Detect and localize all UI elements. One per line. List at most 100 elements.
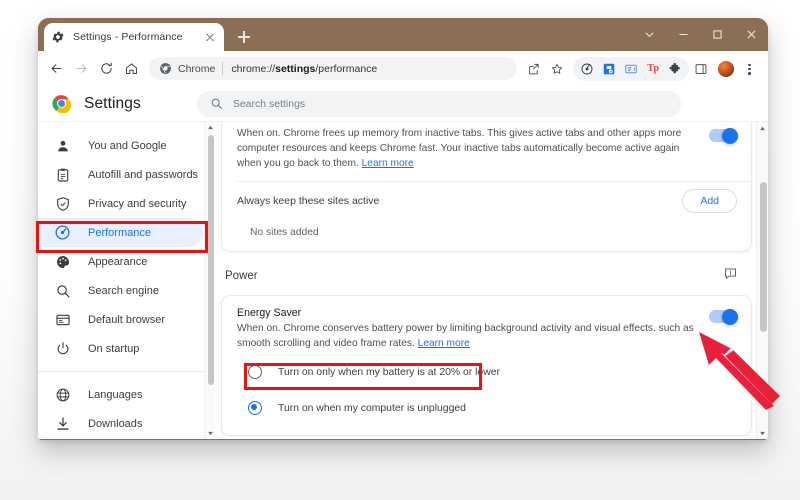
memory-saver-description: When on. Chrome frees up memory from ina… [237,126,709,171]
arrow-left-icon[interactable] [44,56,69,81]
caret-up-icon[interactable] [205,122,215,133]
radio-label: Turn on only when my battery is at 20% o… [278,366,500,378]
settings-search[interactable] [196,90,681,117]
toolbar-actions: Tp [523,56,760,81]
close-icon[interactable] [203,30,217,44]
memory-saver-row: When on. Chrome frees up memory from ina… [222,122,751,181]
radio-button-selected[interactable] [248,401,262,415]
sidebar-item-on-startup[interactable]: On startup [38,334,203,363]
shield-icon [54,195,71,212]
arrow-right-icon[interactable] [69,56,94,81]
omnibox-chip-label: Chrome [178,62,216,75]
person-icon [54,137,71,154]
caret-down-icon[interactable] [205,428,215,439]
close-icon[interactable] [734,18,768,51]
maximize-icon[interactable] [700,18,734,51]
feedback-icon[interactable] [723,266,738,286]
sidebar-item-languages[interactable]: Languages [38,380,203,409]
energy-saver-text: Energy Saver When on. Chrome conserves b… [237,307,709,351]
share-icon[interactable] [523,58,545,80]
page-title: Settings [84,94,141,112]
settings-sidebar: You and Google Autofill and passwords Pr… [38,122,215,439]
tab-strip: Settings - Performance [38,18,768,51]
energy-saver-header-row: Energy Saver When on. Chrome conserves b… [237,307,738,351]
sidebar-item-label: You and Google [88,139,167,152]
radio-option-battery[interactable]: Turn on only when my battery is at 20% o… [237,357,737,387]
caret-up-icon[interactable] [757,122,768,134]
no-sites-added-text: No sites added [250,227,319,238]
settings-header: Settings [38,86,768,122]
energy-saver-toggle[interactable] [709,308,738,325]
always-keep-sites-label: Always keep these sites active [237,195,380,207]
side-panel-icon[interactable] [690,58,712,80]
power-section-title: Power [225,270,258,282]
energy-saver-description: When on. Chrome conserves battery power … [237,321,695,351]
extensions-puzzle-icon[interactable] [664,58,686,80]
sidebar-item-default-browser[interactable]: Default browser [38,305,203,334]
minimize-icon[interactable] [666,18,700,51]
chevron-down-icon[interactable] [632,18,666,51]
add-site-button[interactable]: Add [682,189,737,213]
sidebar-item-autofill-and-passwords[interactable]: Autofill and passwords [38,160,203,189]
settings-main: When on. Chrome frees up memory from ina… [215,122,768,439]
browser-tab[interactable]: Settings - Performance [44,23,224,51]
search-input[interactable] [232,97,668,110]
sidebar-divider [38,371,203,372]
kebab-menu-icon[interactable] [738,58,760,80]
sidebar-item-label: Downloads [88,417,143,430]
scrollbar-thumb[interactable] [759,182,767,332]
sidebar-item-label: Search engine [88,284,159,297]
tab-title: Settings - Performance [73,31,183,43]
radio-label: Turn on when my computer is unplugged [278,402,466,414]
sidebar-item-label: Autofill and passwords [88,168,199,181]
scrollbar-thumb[interactable] [207,135,214,385]
extension-tp-label: Tp [647,63,659,74]
address-bar[interactable]: Chrome chrome://settings/performance [149,57,517,80]
settings-body: You and Google Autofill and passwords Pr… [38,122,768,439]
memory-saver-card: When on. Chrome frees up memory from ina… [221,122,752,252]
extension-reader-icon[interactable] [620,58,642,80]
speedometer-icon [54,224,71,241]
home-icon[interactable] [119,56,144,81]
sidebar-item-performance[interactable]: Performance [38,218,203,247]
toggle-knob [722,127,738,144]
plus-icon[interactable] [234,27,254,47]
search-icon [54,282,71,299]
palette-icon [54,253,71,270]
sidebar-item-you-and-google[interactable]: You and Google [38,131,203,160]
omnibox-url: chrome://settings/performance [231,62,378,75]
star-icon[interactable] [546,58,568,80]
browser-window: Settings - Performance Chrome chrome://s… [38,18,768,440]
extensions-group: Tp [573,56,689,81]
reload-icon[interactable] [94,56,119,81]
chrome-logo [52,94,72,114]
toggle-knob [722,308,738,325]
sidebar-item-search-engine[interactable]: Search engine [38,276,203,305]
caret-down-icon[interactable] [757,427,768,439]
energy-saver-name: Energy Saver [237,307,302,319]
search-icon [210,97,223,110]
browser-toolbar: Chrome chrome://settings/performance Tp [38,51,768,86]
sidebar-item-privacy-and-security[interactable]: Privacy and security [38,189,203,218]
learn-more-link[interactable]: Learn more [418,338,470,349]
extension-blue-save-icon[interactable] [598,58,620,80]
radio-option-unplugged[interactable]: Turn on when my computer is unplugged [237,393,737,423]
chrome-circle-icon [159,62,172,75]
avatar[interactable] [718,60,734,77]
globe-icon [54,386,71,403]
memory-saver-description-text: When on. Chrome frees up memory from ina… [237,128,682,169]
gear-icon [51,30,65,44]
download-icon [54,415,71,432]
learn-more-link[interactable]: Learn more [362,158,414,169]
extension-tp-icon[interactable]: Tp [642,58,664,80]
extension-chrome-loop-icon[interactable] [576,58,598,80]
omnibox-divider [222,62,224,75]
sidebar-item-appearance[interactable]: Appearance [38,247,203,276]
always-keep-sites-row: Always keep these sites active Add [222,182,751,220]
radio-button[interactable] [248,365,262,379]
sidebar-item-label: On startup [88,342,140,355]
sidebar-scrollbar[interactable] [204,122,215,439]
sidebar-item-label: Languages [88,388,143,401]
sidebar-item-downloads[interactable]: Downloads [38,409,203,438]
memory-saver-toggle[interactable] [709,127,738,144]
